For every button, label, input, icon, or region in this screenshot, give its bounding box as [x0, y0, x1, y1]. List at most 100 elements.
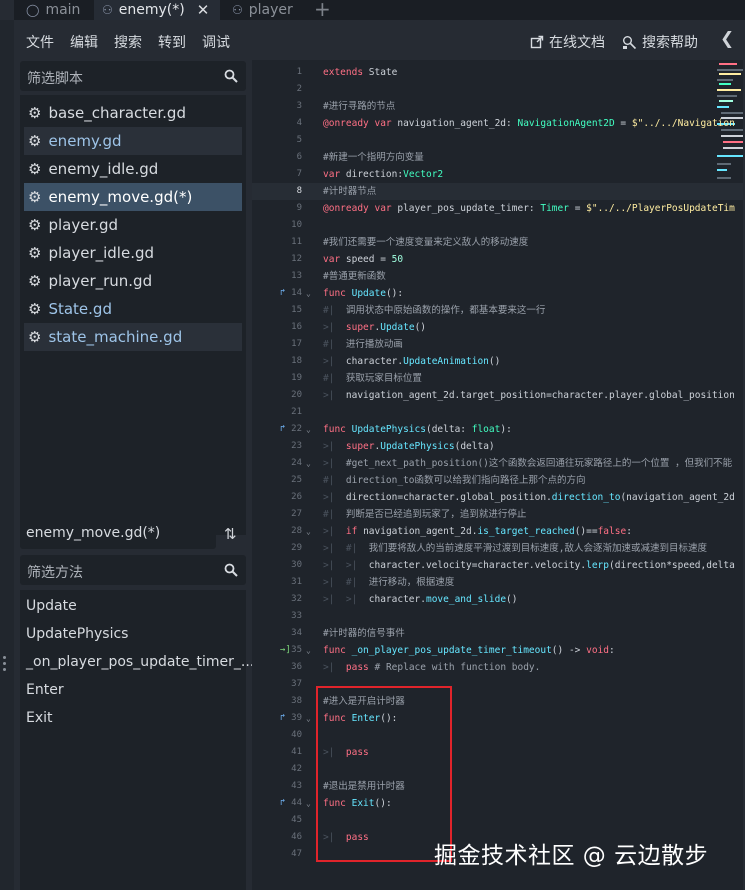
menu-debug[interactable]: 调试	[202, 32, 230, 52]
fold-chevron-icon[interactable]: ⌄	[306, 642, 311, 659]
search-help-button[interactable]: 搜索帮助	[622, 32, 698, 52]
tab-main[interactable]: ◯ main	[26, 0, 80, 20]
code-line[interactable]: 31 >| #| 进行移动，根据速度	[252, 574, 745, 591]
tab-player[interactable]: ⚇ player	[232, 0, 293, 20]
menu-search[interactable]: 搜索	[114, 32, 142, 52]
drag-handle-icon[interactable]	[3, 662, 6, 665]
line-number: 6	[296, 152, 302, 162]
gear-icon: ⚙	[28, 216, 42, 234]
code-token: ()==	[574, 526, 598, 537]
code-line[interactable]: 4 @onready var navigation_agent_2d: Navig…	[252, 115, 745, 132]
code-token: character.	[345, 356, 404, 367]
fold-chevron-icon[interactable]: ⌄	[306, 285, 311, 302]
fold-chevron-icon[interactable]: ⌄	[306, 710, 311, 727]
code-line[interactable]: 36 >| pass # Replace with function body.	[252, 659, 745, 676]
code-line[interactable]: 10	[252, 217, 745, 234]
code-line[interactable]: 9 @onready var player_pos_update_timer: T…	[252, 200, 745, 217]
method-item[interactable]: UpdatePhysics	[26, 626, 128, 642]
script-item-selected[interactable]: ⚙ enemy_move.gd(*)	[24, 183, 242, 211]
method-item[interactable]: Exit	[26, 710, 53, 726]
code-token: >| #|	[323, 543, 369, 554]
code-line[interactable]: 17 #| 进行播放动画	[252, 336, 745, 353]
code-text: >| super.UpdatePhysics(delta)	[323, 438, 495, 455]
code-line[interactable]: 3 #进行寻路的节点	[252, 98, 745, 115]
code-line[interactable]: 14 ↱ ⌄ func Update():	[252, 285, 745, 302]
code-token: () ->	[551, 645, 587, 656]
menu-edit[interactable]: 编辑	[70, 32, 98, 52]
code-line[interactable]: 2	[252, 81, 745, 98]
fold-chevron-icon[interactable]: ⌄	[306, 795, 311, 812]
code-line[interactable]: 25 #| direction_to函数可以给我们指向路径上那个点的方向	[252, 472, 745, 489]
code-line[interactable]: 27 #| 判断是否已经追到玩家了，追到就进行停止	[252, 506, 745, 523]
tab-enemy[interactable]: ⚇ enemy(*) ✕	[94, 0, 220, 20]
code-token: >|	[323, 526, 346, 537]
character-node-icon: ⚇	[102, 3, 113, 17]
script-item[interactable]: ⚙ state_machine.gd	[24, 323, 242, 351]
code-line[interactable]: 24 ⌄ >| #get_next_path_position()这个函数会返回通往…	[252, 455, 745, 472]
code-line[interactable]: 18 >| character.UpdateAnimation()	[252, 353, 745, 370]
add-tab-button[interactable]: +	[314, 0, 331, 21]
override-arrow-icon[interactable]: ↱	[280, 421, 285, 438]
code-line[interactable]: 15 #| 调用状态中原始函数的操作，都基本要来这一行	[252, 302, 745, 319]
method-item[interactable]: _on_player_pos_update_timer_...	[26, 654, 254, 670]
code-line[interactable]: 1 extends State	[252, 64, 745, 81]
code-line[interactable]: 21	[252, 404, 745, 421]
code-text: var direction:Vector2	[323, 166, 443, 183]
code-text: extends State	[323, 64, 397, 81]
override-arrow-icon[interactable]: ↱	[280, 710, 285, 727]
filter-scripts-field[interactable]: 筛选脚本	[20, 61, 246, 91]
code-line[interactable]: 26 >| direction=character.global_position…	[252, 489, 745, 506]
code-line[interactable]: 11 #我们还需要一个速度变量来定义敌人的移动速度	[252, 234, 745, 251]
code-line[interactable]: 8 #计时器节点	[252, 183, 745, 200]
code-line[interactable]: 7 var direction:Vector2	[252, 166, 745, 183]
code-line[interactable]: 5	[252, 132, 745, 149]
menu-file[interactable]: 文件	[26, 32, 54, 52]
code-line[interactable]: 22 ↱ ⌄ func UpdatePhysics(delta: float):	[252, 421, 745, 438]
close-icon[interactable]: ✕	[197, 1, 210, 19]
code-text: >| if navigation_agent_2d.is_target_reac…	[323, 523, 632, 540]
fold-chevron-icon[interactable]: ⌄	[306, 523, 311, 540]
code-line[interactable]: 29 >| #| 我们要将敌人的当前速度平滑过渡到目标速度,敌人会逐渐加速或减速到…	[252, 540, 745, 557]
code-line[interactable]: 20 >| navigation_agent_2d.target_position…	[252, 387, 745, 404]
code-line[interactable]: 34 #计时器的信号事件	[252, 625, 745, 642]
code-token: void	[586, 645, 610, 656]
code-line[interactable]: 32 >| >| character.move_and_slide()	[252, 591, 745, 608]
fold-chevron-icon[interactable]: ⌄	[306, 455, 311, 472]
drag-handle-icon[interactable]	[3, 656, 6, 659]
drag-handle-icon[interactable]	[3, 668, 6, 671]
override-arrow-icon[interactable]: ↱	[280, 285, 285, 302]
code-line[interactable]: 28 ⌄ >| if navigation_agent_2d.is_target_r…	[252, 523, 745, 540]
online-docs-button[interactable]: 在线文档	[530, 32, 605, 52]
code-line[interactable]: 13 #普通更新函数	[252, 268, 745, 285]
code-token: 进行移动，根据速度	[368, 577, 455, 588]
collapse-chevron-icon[interactable]: ❮	[720, 29, 734, 49]
code-line[interactable]: 6 #新建一个指明方向变量	[252, 149, 745, 166]
fold-chevron-icon[interactable]: ⌄	[306, 421, 311, 438]
script-item[interactable]: ⚙ player_run.gd	[24, 267, 242, 295]
code-token: ):	[500, 424, 512, 435]
line-number: 7	[296, 169, 302, 179]
method-item[interactable]: Update	[26, 598, 77, 614]
filter-methods-field[interactable]: 筛选方法	[20, 555, 246, 585]
code-token: >| >|	[323, 594, 369, 605]
code-line[interactable]: 23 >| super.UpdatePhysics(delta)	[252, 438, 745, 455]
sort-icon[interactable]: ⇅	[224, 525, 237, 543]
code-line[interactable]: 16 >| super.Update()	[252, 319, 745, 336]
code-token: 进行播放动画	[345, 339, 403, 350]
code-line[interactable]: 35 →] ⌄ func _on_player_pos_update_timer_ti…	[252, 642, 745, 659]
script-item[interactable]: ⚙ player.gd	[24, 211, 242, 239]
script-item[interactable]: ⚙ base_character.gd	[24, 99, 242, 127]
script-item[interactable]: ⚙ player_idle.gd	[24, 239, 242, 267]
method-item[interactable]: Enter	[26, 682, 64, 698]
signal-connection-icon[interactable]: →]	[280, 642, 291, 659]
code-line[interactable]: 12 var speed = 50	[252, 251, 745, 268]
code-token: Update	[351, 288, 386, 299]
script-item[interactable]: ⚙ State.gd	[24, 295, 242, 323]
code-line[interactable]: 33	[252, 608, 745, 625]
code-line[interactable]: 19 #| 获取玩家目标位置	[252, 370, 745, 387]
code-line[interactable]: 30 >| >| character.velocity=character.vel…	[252, 557, 745, 574]
script-item[interactable]: ⚙ enemy_idle.gd	[24, 155, 242, 183]
menu-goto[interactable]: 转到	[158, 32, 186, 52]
script-item[interactable]: ⚙ enemy.gd	[24, 127, 242, 155]
override-arrow-icon[interactable]: ↱	[280, 795, 285, 812]
